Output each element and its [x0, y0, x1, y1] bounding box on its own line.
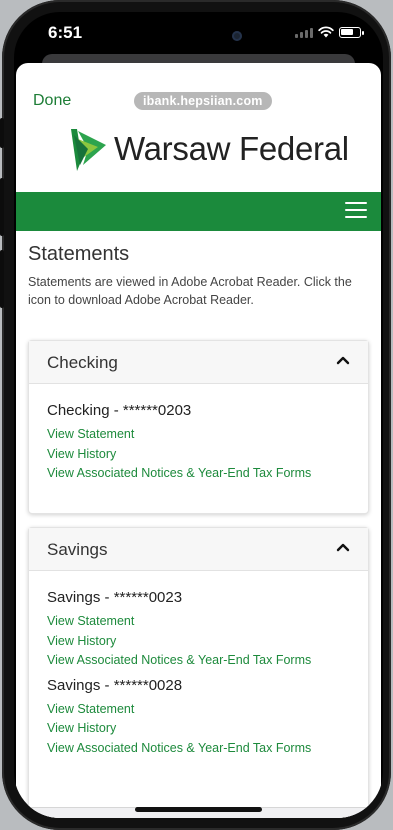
account-name: Checking - ******0203 — [47, 402, 192, 419]
view-history-link[interactable]: View History — [47, 719, 350, 739]
dynamic-island — [162, 20, 266, 50]
view-notices-link[interactable]: View Associated Notices & Year-End Tax F… — [47, 651, 350, 671]
account-name: Savings - ******0028 — [47, 676, 183, 694]
view-statement-link[interactable]: View Statement — [47, 612, 350, 632]
camera-icon — [232, 31, 242, 41]
menu-icon[interactable] — [345, 202, 367, 220]
checking-panel: Checking Checking - ******0203 View Stat… — [28, 340, 369, 514]
signal-icon — [295, 27, 313, 38]
view-statement-link[interactable]: View Statement — [47, 700, 350, 720]
account-name: Savings - ******0023 — [47, 589, 183, 606]
phone-frame: 6:51 Done ibank.hepsiian.com Warsaw Fede… — [0, 0, 391, 830]
browser-sheet: Done ibank.hepsiian.com Warsaw Federal S… — [16, 63, 381, 818]
wifi-icon — [318, 26, 334, 38]
brand-name: Warsaw Federal — [114, 130, 349, 167]
checking-panel-header[interactable]: Checking — [29, 341, 368, 384]
statements-intro: Statements Statements are viewed in Adob… — [28, 243, 369, 309]
volume-down-button — [0, 250, 4, 308]
status-bar: 6:51 — [14, 12, 383, 58]
brand-logo[interactable]: Warsaw Federal — [68, 125, 349, 173]
view-notices-link[interactable]: View Associated Notices & Year-End Tax F… — [47, 464, 350, 484]
status-time: 6:51 — [48, 23, 83, 42]
url-pill[interactable]: ibank.hepsiian.com — [134, 92, 272, 110]
page-title: Statements — [28, 243, 130, 265]
checking-panel-title: Checking — [47, 353, 118, 372]
savings-panel: Savings Savings - ******0023 View Statem… — [28, 527, 369, 818]
view-history-link[interactable]: View History — [47, 445, 350, 465]
chevron-up-icon[interactable] — [336, 355, 350, 365]
status-icons — [295, 26, 364, 38]
screen: 6:51 Done ibank.hepsiian.com Warsaw Fede… — [14, 12, 383, 818]
view-notices-link[interactable]: View Associated Notices & Year-End Tax F… — [47, 739, 350, 759]
savings-panel-title: Savings — [47, 540, 108, 559]
checking-panel-body: Checking - ******0203 View Statement Vie… — [29, 384, 368, 484]
intro-text: Statements are viewed in Adobe Acrobat R… — [28, 275, 352, 307]
volume-up-button — [0, 178, 4, 236]
view-statement-link[interactable]: View Statement — [47, 425, 350, 445]
done-button[interactable]: Done — [33, 92, 71, 110]
home-indicator — [135, 807, 262, 812]
savings-panel-body: Savings - ******0023 View Statement View… — [29, 571, 368, 758]
chevron-up-icon[interactable] — [336, 542, 350, 552]
nav-bar — [16, 192, 381, 231]
savings-panel-header[interactable]: Savings — [29, 528, 368, 571]
view-history-link[interactable]: View History — [47, 632, 350, 652]
action-button — [0, 118, 4, 148]
battery-icon — [339, 26, 364, 38]
warsaw-federal-logo-icon — [71, 129, 106, 171]
